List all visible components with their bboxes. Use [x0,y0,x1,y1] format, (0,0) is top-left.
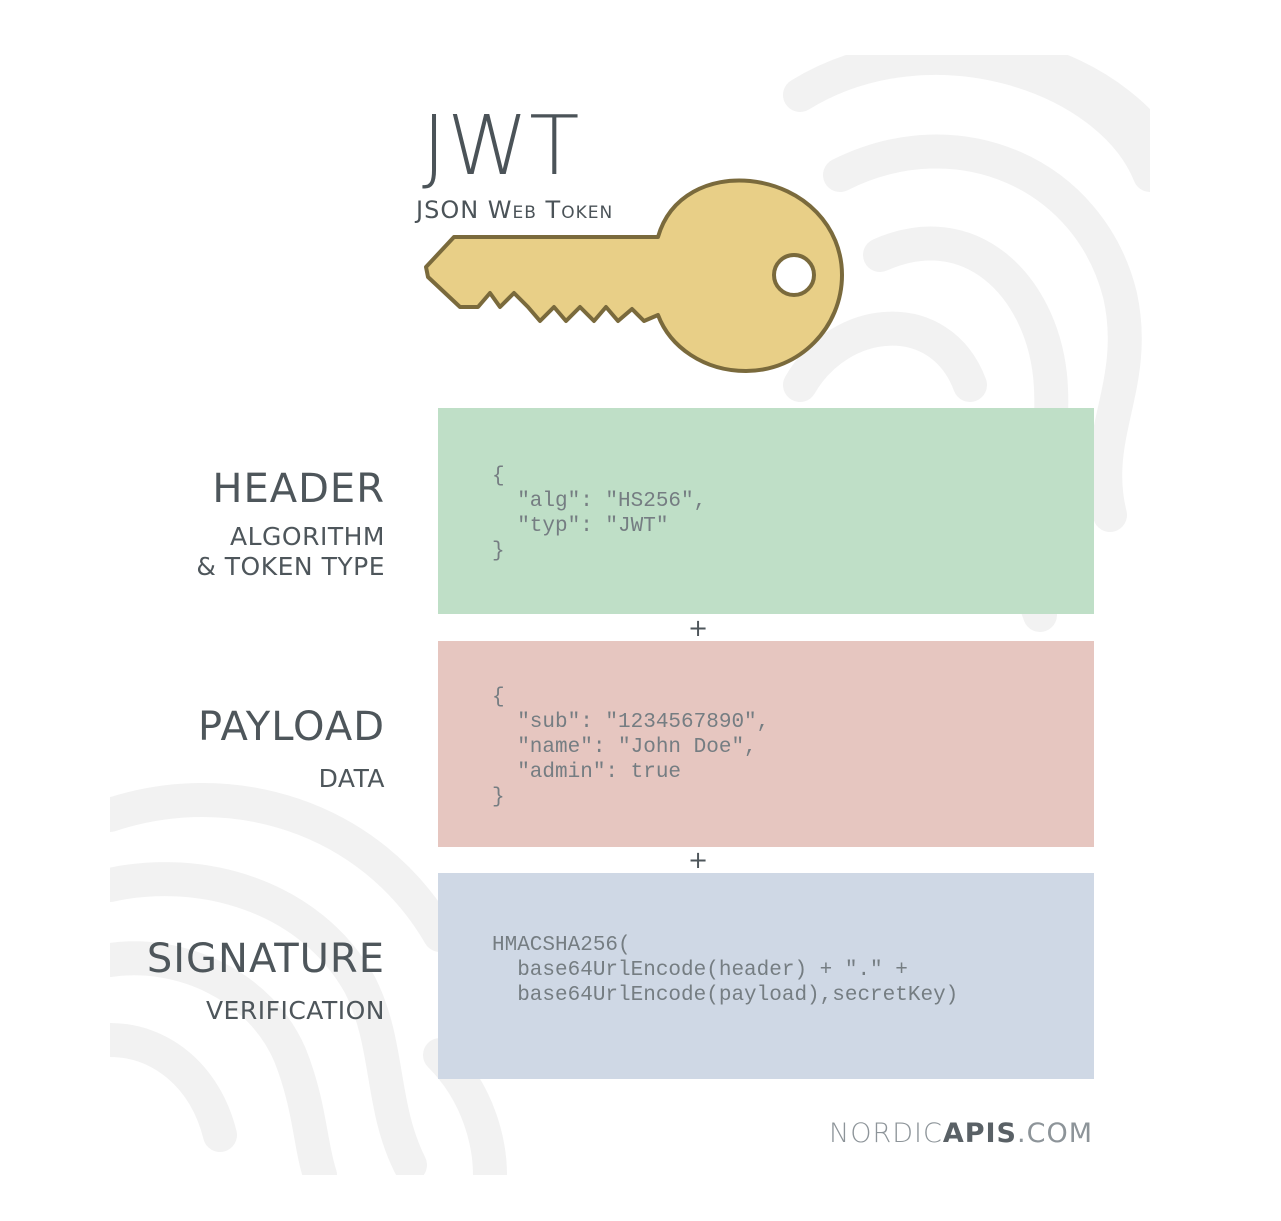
header-code-box: { "alg": "HS256", "typ": "JWT" } [438,408,1094,614]
header-subtitle: ALGORITHM & TOKEN TYPE [196,522,385,581]
key-icon [424,178,844,373]
signature-subtitle: VERIFICATION [205,996,385,1025]
footer-brand: NORDICAPIS.COM [829,1118,1093,1149]
payload-code-box: { "sub": "1234567890", "name": "John Doe… [438,641,1094,847]
footer-suffix: .COM [1017,1118,1093,1149]
signature-title: SIGNATURE [146,936,385,982]
plus-operator: + [687,614,709,642]
footer-prefix: NORDIC [829,1118,943,1149]
signature-code-box: HMACSHA256( base64UrlEncode(header) + ".… [438,873,1094,1079]
signature-code: HMACSHA256( base64UrlEncode(header) + ".… [492,934,959,1007]
header-title: HEADER [212,466,385,512]
header-code: { "alg": "HS256", "typ": "JWT" } [492,465,707,563]
payload-title: PAYLOAD [197,704,385,750]
footer-brand-name: APIS [942,1118,1018,1149]
plus-operator: + [687,846,709,874]
payload-subtitle: DATA [318,764,385,793]
payload-code: { "sub": "1234567890", "name": "John Doe… [492,686,770,809]
